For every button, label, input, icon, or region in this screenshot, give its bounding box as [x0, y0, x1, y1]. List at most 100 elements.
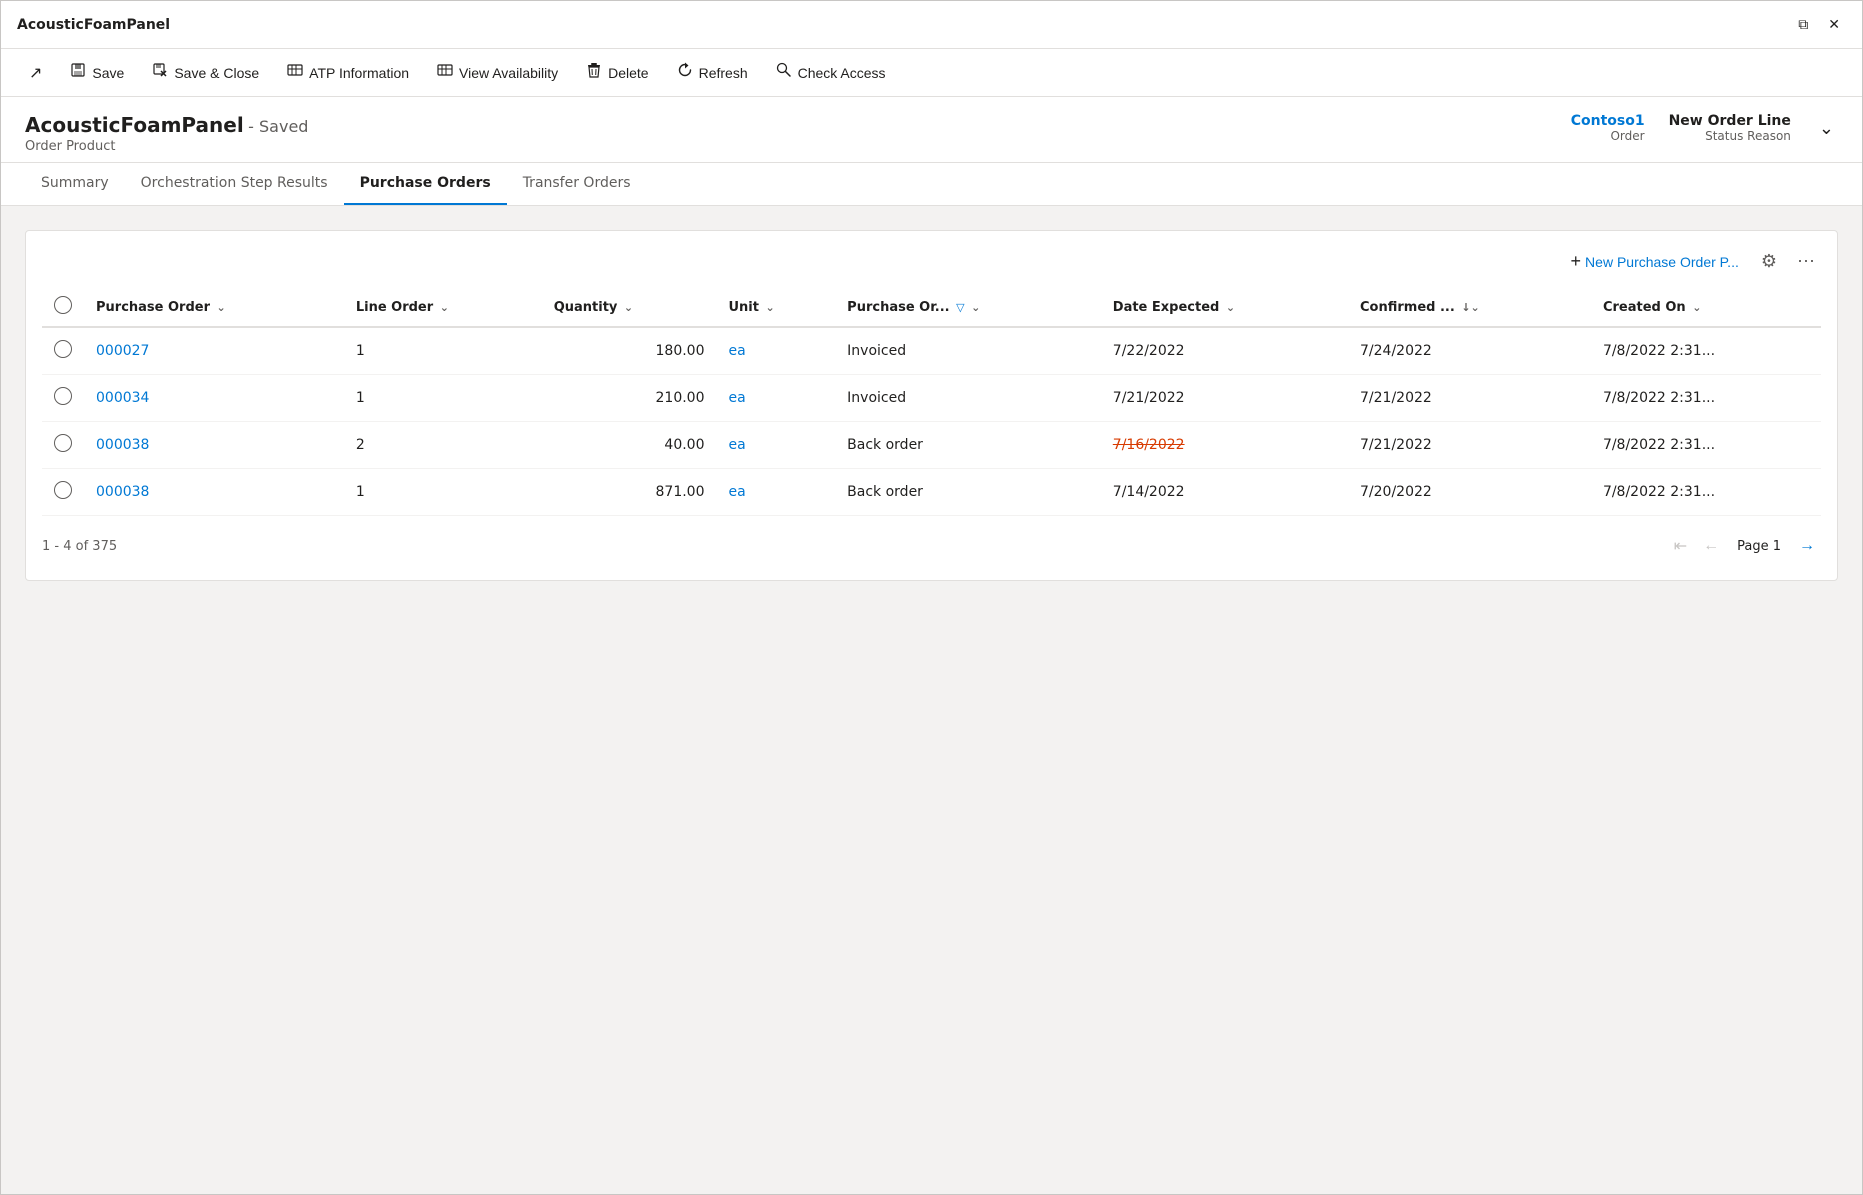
save-label: Save	[92, 65, 124, 81]
tab-transfer-orders[interactable]: Transfer Orders	[507, 163, 647, 205]
title-bar-controls: ⧉ ✕	[1792, 12, 1846, 37]
col-header-confirmed[interactable]: Confirmed ... ↓⌄	[1348, 288, 1591, 327]
row-checkbox[interactable]	[54, 481, 72, 499]
row-checkbox-cell[interactable]	[42, 375, 84, 422]
col-header-purchase-order[interactable]: Purchase Order ⌄	[84, 288, 344, 327]
content-area: + New Purchase Order P... ⚙ ⋯ Purchase O…	[1, 206, 1862, 1194]
grid-toolbar: + New Purchase Order P... ⚙ ⋯	[42, 247, 1821, 276]
col-header-quantity[interactable]: Quantity ⌄	[542, 288, 717, 327]
table-row: 000038 2 40.00 ea Back order 7/16/2022 7…	[42, 422, 1821, 469]
restore-button[interactable]: ⧉	[1792, 12, 1814, 37]
confirmed-sort-icon: ↓⌄	[1461, 301, 1479, 314]
first-page-button[interactable]: ⇤	[1668, 532, 1693, 560]
select-all-header[interactable]	[42, 288, 84, 327]
line-order-cell: 2	[344, 422, 542, 469]
date-expected-cell: 7/16/2022	[1101, 422, 1348, 469]
created-on-cell: 7/8/2022 2:31...	[1591, 422, 1821, 469]
command-bar: ↗ Save Save & Close	[1, 49, 1862, 97]
date-expected-cell: 7/21/2022	[1101, 375, 1348, 422]
row-checkbox[interactable]	[54, 434, 72, 452]
tab-summary[interactable]: Summary	[25, 163, 125, 205]
status-filter-icon: ▽	[956, 301, 964, 314]
table-header-row: Purchase Order ⌄ Line Order ⌄ Quantity ⌄	[42, 288, 1821, 327]
unit-sort-icon: ⌄	[766, 301, 775, 314]
external-link-icon: ↗	[29, 63, 42, 83]
delete-button[interactable]: Delete	[574, 56, 660, 89]
purchase-order-cell[interactable]: 000038	[84, 422, 344, 469]
main-window: AcousticFoamPanel ⧉ ✕ ↗ Save	[0, 0, 1863, 1195]
check-access-label: Check Access	[798, 65, 886, 81]
line-order-cell: 1	[344, 469, 542, 516]
record-title: AcousticFoamPanel	[25, 113, 244, 137]
prev-page-button[interactable]: ←	[1697, 533, 1725, 559]
record-status-meta: New Order Line Status Reason	[1669, 113, 1791, 143]
table-body: 000027 1 180.00 ea Invoiced 7/22/2022 7/…	[42, 327, 1821, 516]
plus-icon: +	[1571, 251, 1582, 272]
record-title-row: AcousticFoamPanel - Saved	[25, 113, 308, 137]
quantity-sort-icon: ⌄	[624, 301, 633, 314]
col-header-unit[interactable]: Unit ⌄	[717, 288, 836, 327]
unit-cell[interactable]: ea	[717, 469, 836, 516]
purchase-order-cell[interactable]: 000038	[84, 469, 344, 516]
row-checkbox[interactable]	[54, 340, 72, 358]
pagination-info: 1 - 4 of 375	[42, 539, 117, 554]
refresh-icon	[677, 62, 693, 83]
grid-settings-button[interactable]: ⚙	[1755, 247, 1783, 276]
row-checkbox-cell[interactable]	[42, 327, 84, 375]
grid-more-button[interactable]: ⋯	[1791, 247, 1821, 276]
tab-orchestration[interactable]: Orchestration Step Results	[125, 163, 344, 205]
col-header-line-order[interactable]: Line Order ⌄	[344, 288, 542, 327]
check-access-button[interactable]: Check Access	[764, 56, 898, 89]
created-on-sort-icon: ⌄	[1692, 301, 1701, 314]
close-button[interactable]: ✕	[1822, 12, 1846, 37]
atp-info-icon	[287, 62, 303, 83]
tabs-bar: Summary Orchestration Step Results Purch…	[1, 163, 1862, 206]
record-order-link[interactable]: Contoso1	[1571, 113, 1645, 129]
save-button[interactable]: Save	[58, 56, 136, 89]
purchase-order-cell[interactable]: 000027	[84, 327, 344, 375]
atp-info-button[interactable]: ATP Information	[275, 56, 421, 89]
view-availability-button[interactable]: View Availability	[425, 56, 570, 89]
check-access-icon	[776, 62, 792, 83]
purchase-order-cell[interactable]: 000034	[84, 375, 344, 422]
record-status-label: Status Reason	[1705, 129, 1791, 143]
refresh-button[interactable]: Refresh	[665, 56, 760, 89]
row-checkbox[interactable]	[54, 387, 72, 405]
window-title: AcousticFoamPanel	[17, 17, 170, 33]
status-cell: Back order	[835, 469, 1101, 516]
table-row: 000027 1 180.00 ea Invoiced 7/22/2022 7/…	[42, 327, 1821, 375]
unit-cell[interactable]: ea	[717, 375, 836, 422]
status-cell: Back order	[835, 422, 1101, 469]
atp-info-label: ATP Information	[309, 65, 409, 81]
status-cell: Invoiced	[835, 375, 1101, 422]
table-row: 000038 1 871.00 ea Back order 7/14/2022 …	[42, 469, 1821, 516]
confirmed-cell: 7/21/2022	[1348, 375, 1591, 422]
purchase-orders-table: Purchase Order ⌄ Line Order ⌄ Quantity ⌄	[42, 288, 1821, 516]
record-expand-button[interactable]: ⌄	[1815, 114, 1838, 143]
row-checkbox-cell[interactable]	[42, 469, 84, 516]
record-meta: Contoso1 Order New Order Line Status Rea…	[1571, 113, 1838, 143]
confirmed-cell: 7/24/2022	[1348, 327, 1591, 375]
grid-container: + New Purchase Order P... ⚙ ⋯ Purchase O…	[25, 230, 1838, 581]
pagination: 1 - 4 of 375 ⇤ ← Page 1 →	[42, 528, 1821, 564]
save-icon	[70, 62, 86, 83]
unit-cell[interactable]: ea	[717, 422, 836, 469]
status-cell: Invoiced	[835, 327, 1101, 375]
refresh-label: Refresh	[699, 65, 748, 81]
quantity-cell: 210.00	[542, 375, 717, 422]
external-link-button[interactable]: ↗	[17, 57, 54, 89]
col-header-date-expected[interactable]: Date Expected ⌄	[1101, 288, 1348, 327]
view-availability-icon	[437, 62, 453, 83]
col-header-created-on[interactable]: Created On ⌄	[1591, 288, 1821, 327]
save-close-button[interactable]: Save & Close	[140, 56, 271, 89]
row-checkbox-cell[interactable]	[42, 422, 84, 469]
date-expected-sort-icon: ⌄	[1226, 301, 1235, 314]
save-close-label: Save & Close	[174, 65, 259, 81]
select-all-checkbox[interactable]	[54, 296, 72, 314]
unit-cell[interactable]: ea	[717, 327, 836, 375]
tab-purchase-orders[interactable]: Purchase Orders	[344, 163, 507, 205]
next-page-button[interactable]: →	[1793, 533, 1821, 559]
title-bar: AcousticFoamPanel ⧉ ✕	[1, 1, 1862, 49]
new-purchase-order-button[interactable]: + New Purchase Order P...	[1563, 247, 1747, 276]
col-header-status[interactable]: Purchase Or... ▽ ⌄	[835, 288, 1101, 327]
